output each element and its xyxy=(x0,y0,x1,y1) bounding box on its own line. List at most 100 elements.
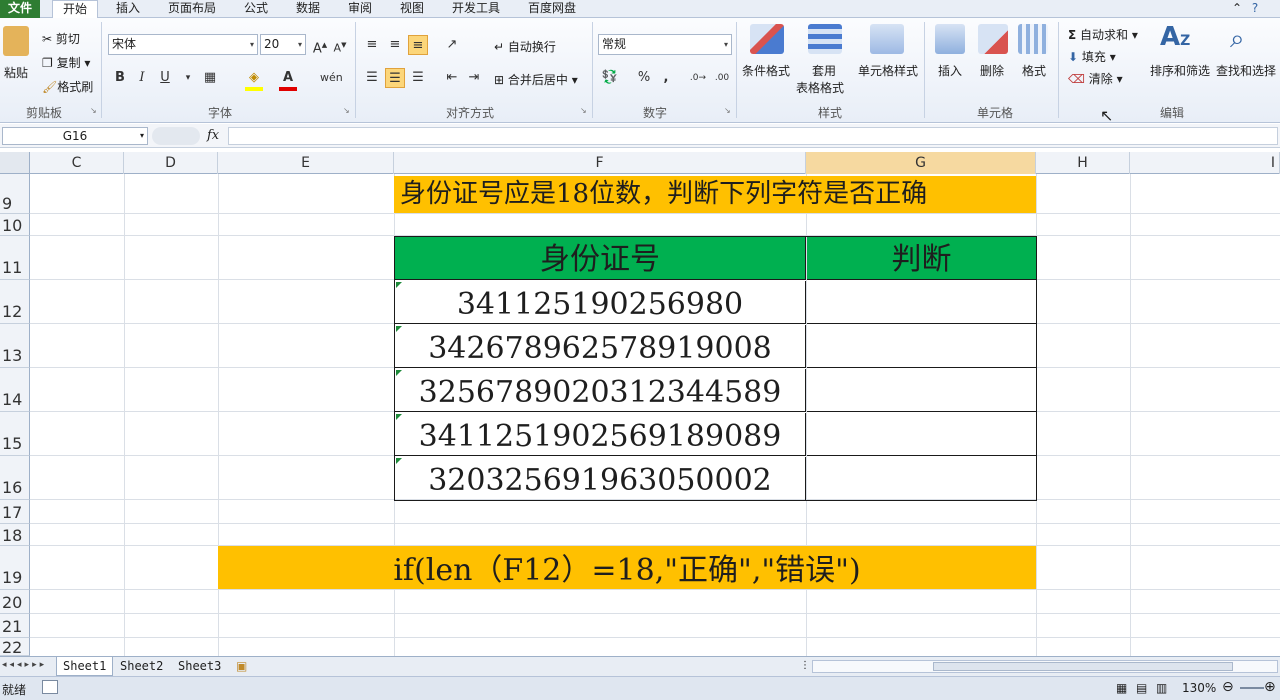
table-cell-judge-g16[interactable] xyxy=(807,457,1036,500)
row-header-11[interactable]: 11 xyxy=(0,236,30,280)
alignment-launcher-icon[interactable]: ↘ xyxy=(580,106,587,115)
percent-button[interactable]: % xyxy=(634,68,654,88)
insert-cells-icon[interactable] xyxy=(935,24,965,54)
conditional-format-button[interactable]: 条件格式 xyxy=(742,62,790,79)
number-format-select[interactable]: 常规 ▾ xyxy=(598,34,732,55)
increase-indent-icon[interactable]: ⇥ xyxy=(464,68,484,88)
delete-cells-icon[interactable] xyxy=(978,24,1008,54)
table-cell-id-f15[interactable]: 3411251902569189089 xyxy=(395,413,806,456)
table-cell-id-f14[interactable]: 325678902031234458​9 xyxy=(395,369,806,412)
underline-button[interactable]: U xyxy=(155,68,175,88)
column-header-d[interactable]: D xyxy=(124,152,218,174)
formula-input[interactable] xyxy=(228,127,1278,145)
row-header-20[interactable]: 20 xyxy=(0,590,30,614)
binoculars-icon[interactable]: ⌕ xyxy=(1230,24,1245,55)
format-as-table-label-2[interactable]: 表格格式 xyxy=(796,79,844,96)
clear-button[interactable]: ⌫ 清除 ▾ xyxy=(1068,70,1123,87)
sheet-tab-1[interactable]: Sheet1 xyxy=(56,657,114,676)
currency-icon[interactable]: 💱 xyxy=(600,68,620,88)
table-cell-id-f12[interactable]: 341125190256980 xyxy=(395,281,806,324)
insert-sheet-icon[interactable]: ▣ xyxy=(236,659,247,673)
format-cells-icon[interactable] xyxy=(1018,24,1048,54)
collapse-ribbon-icon[interactable]: ⌃ xyxy=(1230,0,1244,18)
number-launcher-icon[interactable]: ↘ xyxy=(724,106,731,115)
row-header-15[interactable]: 15 xyxy=(0,412,30,456)
insert-cells-button[interactable]: 插入 xyxy=(938,62,962,79)
delete-cells-button[interactable]: 删除 xyxy=(980,62,1004,79)
decrease-decimal-icon[interactable]: .00 xyxy=(712,68,732,88)
normal-view-icon[interactable]: ▦ xyxy=(1116,681,1127,695)
orientation-icon[interactable]: ↗ xyxy=(442,35,462,55)
bold-button[interactable]: B xyxy=(110,68,130,88)
horizontal-scrollbar[interactable] xyxy=(812,660,1278,673)
table-header-id[interactable]: 身份证号 xyxy=(395,237,806,280)
clipboard-launcher-icon[interactable]: ↘ xyxy=(90,106,97,115)
sheet-title-cell[interactable]: 身份证号应是18位数，判断下列字符是否正确 xyxy=(394,176,1036,213)
zoom-level[interactable]: 130% xyxy=(1182,681,1216,695)
tab-file[interactable]: 文件 xyxy=(0,0,40,18)
format-as-table-label-1[interactable]: 套用 xyxy=(812,62,836,79)
align-right-icon[interactable]: ☰ xyxy=(408,68,428,88)
row-header-18[interactable]: 18 xyxy=(0,524,30,546)
row-header-17[interactable]: 17 xyxy=(0,500,30,524)
border-icon[interactable]: ▦ xyxy=(200,68,220,88)
tab-developer[interactable]: 开发工具 xyxy=(444,0,508,18)
conditional-format-icon[interactable] xyxy=(750,24,784,54)
table-cell-id-f13[interactable]: 342678962578919008 xyxy=(395,325,806,368)
fill-button[interactable]: ⬇ 填充 ▾ xyxy=(1068,48,1116,65)
row-header-16[interactable]: 16 xyxy=(0,456,30,500)
zoom-slider[interactable] xyxy=(1240,687,1264,689)
sheet-nav-arrows-icon[interactable]: ◂◂◂▸▸▸ xyxy=(2,660,47,670)
align-middle-icon[interactable]: ≡ xyxy=(385,35,405,55)
tab-formulas[interactable]: 公式 xyxy=(236,0,276,18)
zoom-in-icon[interactable]: ⊕ xyxy=(1264,679,1276,695)
fill-color-icon[interactable]: ◈ xyxy=(244,68,264,88)
split-handle-icon[interactable]: ⋮ xyxy=(800,660,810,671)
find-select-button[interactable]: 查找和选择 xyxy=(1216,62,1276,79)
row-header-14[interactable]: 14 xyxy=(0,368,30,412)
align-top-icon[interactable]: ≡ xyxy=(362,35,382,55)
tab-home[interactable]: 开始 xyxy=(52,0,98,19)
tab-data[interactable]: 数据 xyxy=(288,0,328,18)
shrink-font-icon[interactable]: A▼ xyxy=(330,35,350,55)
italic-button[interactable]: I xyxy=(132,68,152,88)
cell-styles-icon[interactable] xyxy=(870,24,904,54)
wrap-text-button[interactable]: ↵ 自动换行 xyxy=(494,38,556,55)
table-cell-judge-g14[interactable] xyxy=(807,369,1036,412)
page-layout-view-icon[interactable]: ▤ xyxy=(1136,681,1147,695)
merge-center-button[interactable]: ⊞ 合并后居中 ▾ xyxy=(494,71,578,88)
underline-dropdown-icon[interactable]: ▾ xyxy=(178,68,198,88)
cell-styles-button[interactable]: 单元格样式 xyxy=(858,62,918,79)
horizontal-scroll-thumb[interactable] xyxy=(933,662,1233,671)
zoom-out-icon[interactable]: ⊖ xyxy=(1222,679,1234,695)
cut-button[interactable]: ✂ 剪切 xyxy=(42,30,80,47)
align-left-icon[interactable]: ☰ xyxy=(362,68,382,88)
column-header-f[interactable]: F xyxy=(394,152,806,174)
comma-button[interactable]: , xyxy=(656,68,676,88)
row-header-21[interactable]: 21 xyxy=(0,614,30,638)
tab-review[interactable]: 审阅 xyxy=(340,0,380,18)
column-header-g[interactable]: G xyxy=(806,152,1036,174)
insert-function-button[interactable]: fx xyxy=(207,128,219,143)
tab-baidu-netdisk[interactable]: 百度网盘 xyxy=(520,0,584,18)
align-bottom-icon[interactable]: ≡ xyxy=(408,35,428,55)
table-cell-judge-g13[interactable] xyxy=(807,325,1036,368)
column-header-i[interactable]: I xyxy=(1130,152,1280,174)
sort-filter-button[interactable]: 排序和筛选 xyxy=(1150,62,1210,79)
sort-filter-icon[interactable]: AZ xyxy=(1160,22,1190,52)
tab-view[interactable]: 视图 xyxy=(392,0,432,18)
format-cells-button[interactable]: 格式 xyxy=(1022,62,1046,79)
column-header-h[interactable]: H xyxy=(1036,152,1130,174)
page-break-view-icon[interactable]: ▥ xyxy=(1156,681,1167,695)
name-box[interactable]: G16 ▾ xyxy=(2,127,148,145)
paste-button[interactable]: 粘贴 xyxy=(4,64,28,81)
formula-hint-cell[interactable]: if(len（F12）=18,"正确","错误") xyxy=(218,546,1036,589)
column-header-c[interactable]: C xyxy=(30,152,124,174)
paste-icon[interactable] xyxy=(3,26,29,56)
row-header-10[interactable]: 10 xyxy=(0,214,30,236)
table-cell-judge-g15[interactable] xyxy=(807,413,1036,456)
table-header-judge[interactable]: 判断 xyxy=(807,237,1036,280)
align-center-icon[interactable]: ☰ xyxy=(385,68,405,88)
table-cell-id-f16[interactable]: 320325691963050002 xyxy=(395,457,806,500)
tab-insert[interactable]: 插入 xyxy=(108,0,148,18)
